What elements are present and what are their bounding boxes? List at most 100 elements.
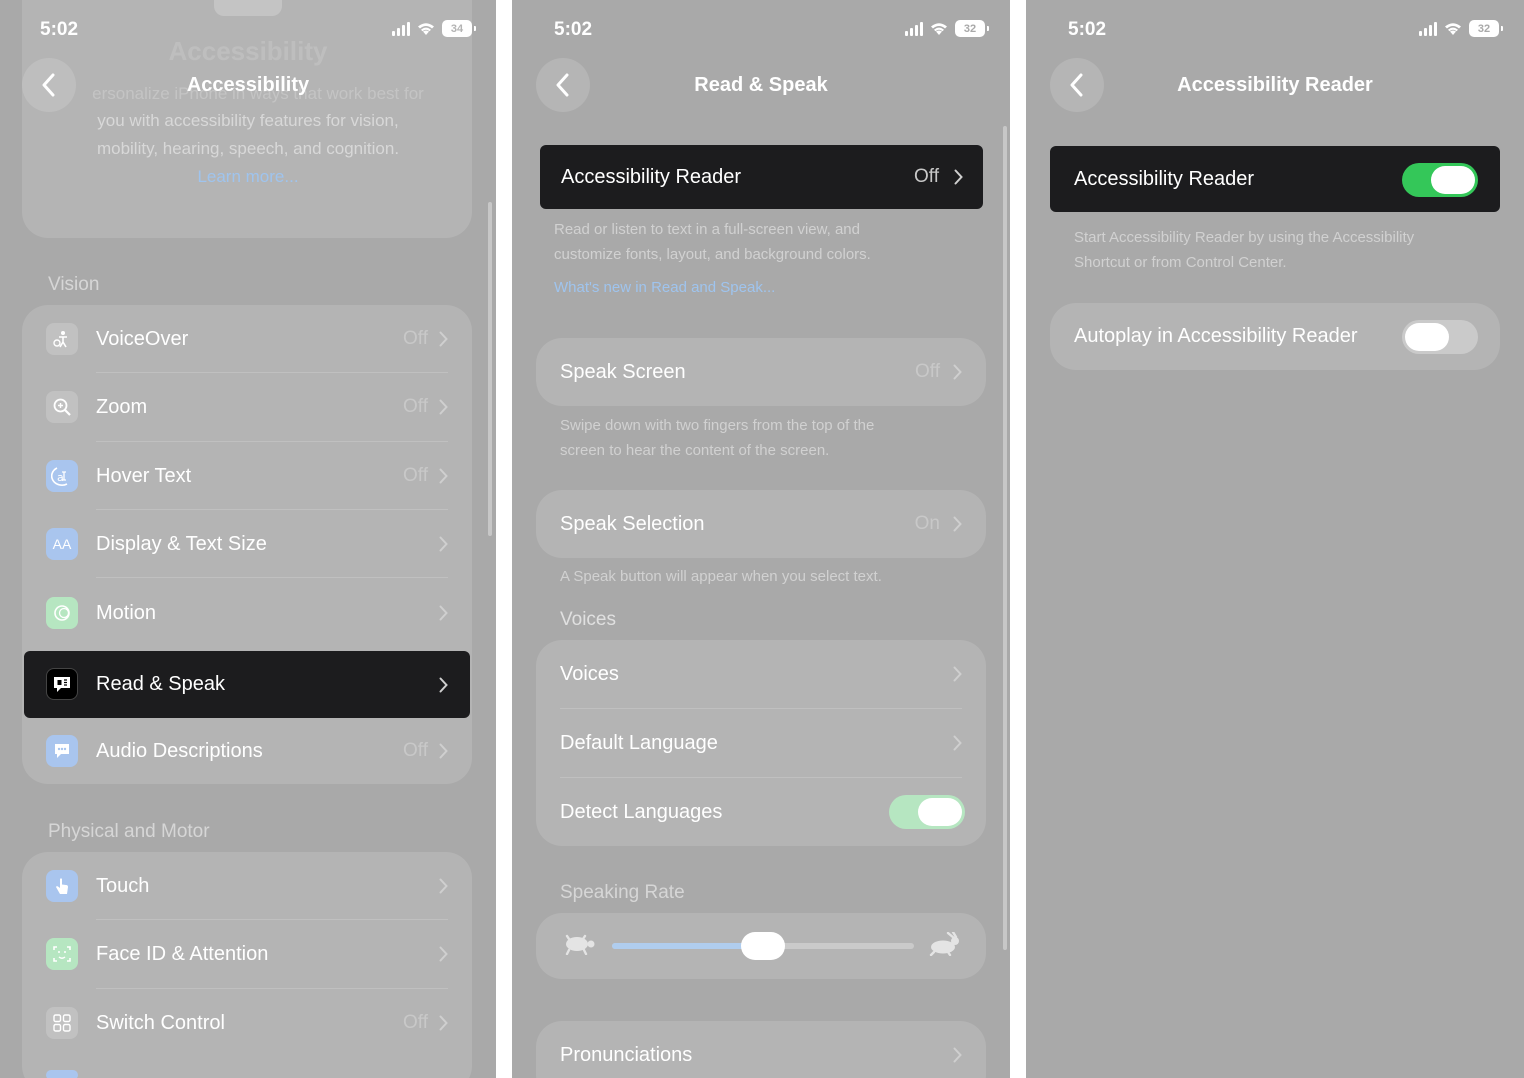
row-touch[interactable]: Touch (22, 852, 472, 920)
footer-line: screen to hear the content of the screen… (560, 442, 830, 459)
row-default-language[interactable]: Default Language (536, 709, 986, 777)
row-voiceover[interactable]: VoiceOver Off (22, 305, 472, 373)
row-label: Default Language (560, 731, 718, 754)
ghost-large-title: Accessibility (168, 36, 328, 66)
row-value: Off (914, 166, 939, 187)
cellular-signal-icon (1419, 21, 1437, 36)
row-value: Off (403, 465, 428, 486)
status-time: 5:02 (1068, 19, 1107, 40)
footer-line: Start Accessibility Reader by using the … (1074, 229, 1415, 246)
footer-line: customize fonts, layout, and background … (554, 246, 871, 263)
footer-line: Shortcut or from Control Center. (1074, 254, 1287, 271)
hare-icon (929, 932, 959, 956)
chevron-right-icon (439, 1015, 448, 1031)
zoom-icon (46, 391, 78, 423)
scrollbar[interactable] (488, 202, 492, 536)
scrollbar[interactable] (1003, 126, 1007, 950)
intro-line-2: you with accessibility features for visi… (97, 111, 399, 130)
section-header-speaking-rate: Speaking Rate (560, 882, 685, 903)
row-face-id-attention[interactable]: Face ID & Attention (22, 920, 472, 988)
cellular-signal-icon (905, 21, 923, 36)
row-voices[interactable]: Voices (536, 640, 986, 708)
nav-title: Accessibility Reader (1177, 74, 1373, 96)
chevron-right-icon (439, 399, 448, 415)
toggle-knob (1405, 323, 1449, 351)
svg-text:a: a (57, 471, 64, 484)
voiceover-icon (46, 323, 78, 355)
row-motion[interactable]: Motion (22, 578, 472, 648)
status-icons: 32 (1419, 20, 1503, 37)
footer-line: Swipe down with two fingers from the top… (560, 417, 875, 434)
chevron-right-icon (439, 468, 448, 484)
chevron-right-icon (439, 605, 448, 621)
row-label: Read & Speak (96, 673, 225, 695)
chevron-right-icon (439, 536, 448, 552)
row-audio-descriptions[interactable]: Audio Descriptions Off (22, 718, 472, 784)
chevron-right-icon (954, 169, 963, 185)
chevron-right-icon (439, 743, 448, 759)
row-label: VoiceOver (96, 327, 189, 350)
row-label: Touch (96, 874, 150, 897)
reader-footer: Read or listen to text in a full-screen … (554, 217, 871, 267)
text-size-icon: AA (46, 528, 78, 560)
screen-read-speak: 5:02 32 Read & Speak Accessibility Reade… (512, 0, 1010, 1078)
chevron-right-icon (439, 946, 448, 962)
row-label: Hover Text (96, 464, 192, 487)
row-accessibility-reader[interactable]: Accessibility Reader Off (540, 145, 983, 209)
row-zoom[interactable]: Zoom Off (22, 373, 472, 441)
row-label: Audio Descriptions (96, 739, 263, 762)
row-switch-control[interactable]: Switch Control Off (22, 989, 472, 1057)
chevron-right-icon (953, 1047, 962, 1063)
row-value: On (914, 513, 940, 534)
row-read-speak[interactable]: Read & Speak (22, 651, 472, 718)
row-speak-screen[interactable]: Speak Screen Off (536, 338, 986, 406)
toggle-knob (918, 798, 962, 826)
row-value: Off (403, 740, 428, 761)
row-label: Display & Text Size (96, 532, 267, 555)
row-label: Detect Languages (560, 800, 723, 823)
nav-title: Read & Speak (694, 74, 828, 96)
learn-more-link[interactable]: Learn more... (0, 167, 496, 187)
speaking-rate-knob[interactable] (741, 932, 785, 960)
row-speak-selection[interactable]: Speak Selection On (536, 490, 986, 558)
battery-icon: 32 (955, 20, 989, 37)
status-icons: 32 (905, 20, 989, 37)
detect-languages-toggle[interactable] (889, 795, 965, 829)
read-speak-icon (46, 668, 78, 700)
face-id-icon (46, 938, 78, 970)
whats-new-link[interactable]: What's new in Read and Speak... (554, 275, 775, 300)
accessibility-reader-toggle[interactable] (1402, 163, 1478, 197)
chevron-right-icon (439, 331, 448, 347)
row-label: Face ID & Attention (96, 942, 269, 965)
chevron-right-icon (439, 677, 448, 692)
row-label: Autoplay in Accessibility Reader (1074, 325, 1358, 347)
chevron-right-icon (953, 735, 962, 751)
wifi-icon (1445, 23, 1461, 35)
touch-icon (46, 870, 78, 902)
row-value: Off (915, 361, 940, 382)
audio-descriptions-icon (46, 735, 78, 767)
chevron-right-icon (953, 666, 962, 682)
speak-selection-footer: A Speak button will appear when you sele… (560, 568, 882, 585)
accessibility-app-icon (214, 0, 282, 16)
battery-icon: 32 (1469, 20, 1503, 37)
section-header-physical-motor: Physical and Motor (48, 821, 210, 842)
chevron-right-icon (953, 516, 962, 532)
row-value: Off (403, 328, 428, 349)
hover-text-icon: a (46, 460, 78, 492)
row-value: Off (403, 396, 428, 417)
next-row-icon (46, 1070, 78, 1078)
reader-footer: Start Accessibility Reader by using the … (1074, 225, 1414, 275)
row-hover-text[interactable]: a Hover Text Off (22, 442, 472, 510)
autoplay-toggle[interactable] (1402, 320, 1478, 354)
screen-accessibility: 5:02 34 Accessibility ersonalize iPhone … (0, 0, 496, 1078)
row-label: Accessibility Reader (1074, 167, 1255, 190)
row-value: Off (403, 1012, 428, 1033)
row-pronunciations[interactable]: Pronunciations (536, 1021, 986, 1078)
toggle-knob (1431, 166, 1475, 194)
row-display-text-size[interactable]: AA Display & Text Size (22, 510, 472, 578)
section-header-vision: Vision (48, 274, 100, 295)
motion-icon (46, 597, 78, 629)
section-header-voices: Voices (560, 609, 616, 630)
footer-line: Read or listen to text in a full-screen … (554, 221, 860, 238)
